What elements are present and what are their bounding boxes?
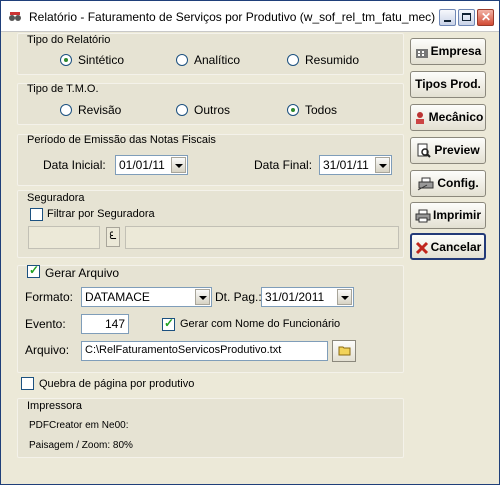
periodo-label: Período de Emissão das Notas Fiscais	[27, 134, 216, 146]
radio-sintetico-label[interactable]: Sintético	[78, 53, 124, 67]
cancelar-button-label: Cancelar	[430, 240, 482, 254]
tipos-prod-button[interactable]: Tipos Prod.	[410, 71, 486, 98]
printer-layout: Paisagem / Zoom: 80%	[29, 440, 133, 451]
tipo-tmo-label: Tipo de T.M.O.	[27, 83, 99, 95]
formato-select[interactable]: DATAMACE	[81, 287, 212, 307]
dt-pag-value: 31/01/2011	[265, 290, 325, 304]
radio-sintetico[interactable]	[60, 54, 72, 66]
config-button-label: Config.	[437, 176, 479, 190]
gerar-nome-checkbox[interactable]	[162, 316, 175, 331]
lookup-icon[interactable]: ᘍ	[106, 227, 120, 247]
building-icon	[415, 48, 428, 58]
empresa-button[interactable]: Empresa	[410, 38, 486, 65]
gerar-arquivo-checkbox[interactable]	[27, 263, 40, 278]
filtrar-seguradora-checkbox[interactable]	[30, 208, 43, 221]
mecanico-button[interactable]: Mecânico	[410, 104, 486, 131]
seguradora-label: Seguradora	[27, 192, 85, 204]
chevron-down-icon[interactable]	[195, 289, 210, 305]
arquivo-label: Arquivo:	[25, 343, 70, 357]
preview-icon	[417, 143, 432, 158]
data-inicial-value: 01/01/11	[119, 158, 165, 172]
empresa-button-label: Empresa	[430, 44, 482, 58]
formato-value: DATAMACE	[85, 290, 150, 304]
report-window: Relatório - Faturamento de Serviços por …	[0, 0, 500, 485]
preview-button-label: Preview	[434, 143, 480, 157]
imprimir-button-label: Imprimir	[432, 208, 481, 222]
maximize-button[interactable]	[458, 9, 475, 26]
radio-outros[interactable]	[176, 104, 188, 116]
dt-pag-field[interactable]: 31/01/2011	[261, 287, 354, 307]
impressora-label: Impressora	[27, 400, 83, 412]
radio-outros-label[interactable]: Outros	[194, 103, 230, 117]
chevron-down-icon[interactable]	[171, 157, 186, 173]
cancelar-button[interactable]: Cancelar	[410, 233, 486, 260]
gerar-nome-label[interactable]: Gerar com Nome do Funcionário	[180, 318, 340, 330]
data-final-field[interactable]: 31/01/11	[319, 155, 392, 175]
radio-todos[interactable]	[287, 104, 299, 116]
tipo-relatorio-label: Tipo do Relatório	[27, 34, 111, 46]
dt-pag-label: Dt. Pag.:	[215, 290, 262, 304]
chevron-down-icon[interactable]	[337, 289, 352, 305]
radio-analitico-label[interactable]: Analítico	[194, 53, 240, 67]
evento-value: 147	[104, 317, 125, 331]
radio-revisao-label[interactable]: Revisão	[78, 103, 121, 117]
radio-todos-label[interactable]: Todos	[305, 103, 337, 117]
mechanic-icon	[415, 111, 424, 124]
close-button[interactable]: ✕	[477, 9, 494, 26]
seguradora-code-field[interactable]	[28, 226, 100, 249]
window-title: Relatório - Faturamento de Serviços por …	[29, 10, 436, 24]
data-inicial-field[interactable]: 01/01/11	[115, 155, 188, 175]
radio-analitico[interactable]	[176, 54, 188, 66]
filtrar-seguradora-label[interactable]: Filtrar por Seguradora	[47, 208, 155, 220]
preview-button[interactable]: Preview	[410, 137, 486, 164]
formato-label: Formato:	[25, 290, 74, 304]
gerar-arquivo-label[interactable]: Gerar Arquivo	[45, 266, 119, 280]
radio-revisao[interactable]	[60, 104, 72, 116]
data-inicial-label: Data Inicial:	[43, 158, 106, 172]
cancel-icon	[415, 241, 428, 254]
radio-resumido-label[interactable]: Resumido	[305, 53, 359, 67]
form-body: Tipo do Relatório Sintético Analítico Re…	[5, 32, 495, 481]
chevron-down-icon[interactable]	[375, 157, 390, 173]
data-final-label: Data Final:	[254, 158, 313, 172]
config-button[interactable]: Config.	[410, 170, 486, 197]
evento-label: Evento:	[25, 317, 66, 331]
printer-name: PDFCreator em Ne00:	[29, 420, 129, 431]
title-bar[interactable]: Relatório - Faturamento de Serviços por …	[1, 1, 499, 32]
printer-config-icon	[418, 177, 434, 191]
close-icon: ✕	[481, 10, 492, 24]
folder-icon[interactable]	[332, 340, 356, 362]
mecanico-button-label: Mecânico	[428, 110, 484, 124]
tipos-prod-button-label: Tipos Prod.	[415, 77, 481, 91]
quebra-label[interactable]: Quebra de página por produtivo	[39, 378, 194, 390]
app-icon	[9, 12, 21, 21]
quebra-checkbox[interactable]	[21, 377, 34, 390]
arquivo-path-field[interactable]: C:\RelFaturamentoServicosProdutivo.txt	[81, 341, 328, 361]
printer-icon	[415, 209, 431, 223]
data-final-value: 31/01/11	[323, 158, 369, 172]
seguradora-name-field[interactable]	[125, 226, 399, 249]
imprimir-button[interactable]: Imprimir	[410, 202, 486, 229]
arquivo-path-value: C:\RelFaturamentoServicosProdutivo.txt	[85, 344, 282, 356]
radio-resumido[interactable]	[287, 54, 299, 66]
minimize-button[interactable]	[439, 9, 456, 26]
evento-field[interactable]: 147	[81, 314, 129, 334]
